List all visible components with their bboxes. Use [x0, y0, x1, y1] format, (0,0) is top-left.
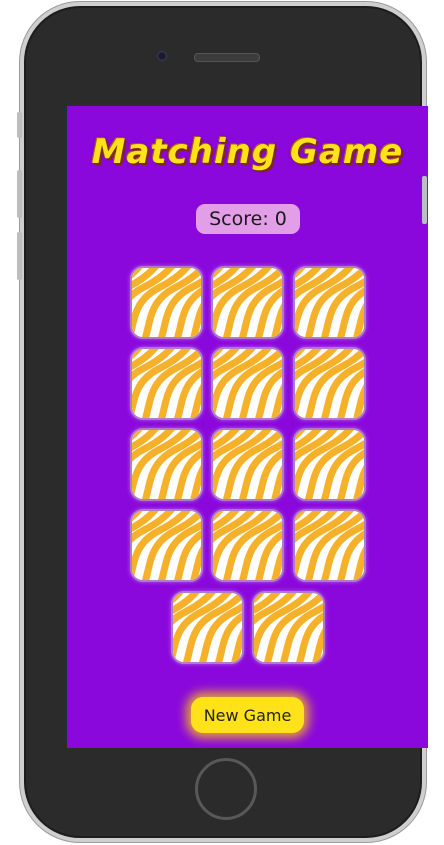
card[interactable] — [293, 347, 366, 420]
phone-frame: Matching Game Score: 0 New Game — [20, 2, 428, 842]
mute-switch[interactable] — [17, 112, 22, 138]
card[interactable] — [293, 266, 366, 339]
power-button[interactable] — [422, 176, 427, 224]
game-screen: Matching Game Score: 0 New Game — [67, 106, 428, 748]
card[interactable] — [130, 347, 203, 420]
card[interactable] — [293, 428, 366, 501]
card[interactable] — [211, 266, 284, 339]
volume-down-button[interactable] — [17, 232, 22, 280]
speaker-icon — [194, 53, 260, 62]
card-grid — [67, 106, 428, 748]
card[interactable] — [130, 428, 203, 501]
card[interactable] — [130, 266, 203, 339]
card[interactable] — [211, 428, 284, 501]
volume-up-button[interactable] — [17, 170, 22, 218]
card[interactable] — [211, 347, 284, 420]
card[interactable] — [252, 591, 325, 664]
home-button[interactable] — [195, 758, 257, 820]
card[interactable] — [293, 509, 366, 582]
card[interactable] — [130, 509, 203, 582]
camera-icon — [157, 51, 167, 61]
card[interactable] — [171, 591, 244, 664]
card[interactable] — [211, 509, 284, 582]
new-game-button[interactable]: New Game — [191, 697, 304, 733]
